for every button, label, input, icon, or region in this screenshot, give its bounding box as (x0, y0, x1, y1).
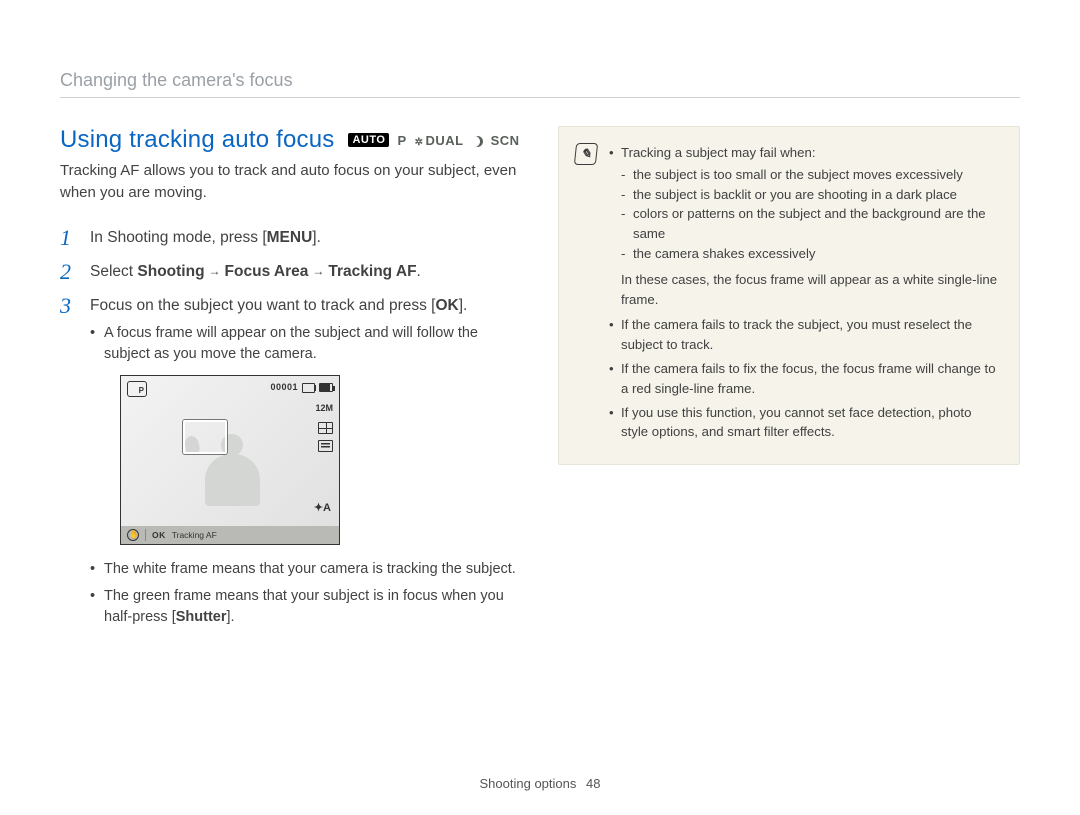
menu-button-label: MENU (267, 229, 313, 246)
quality-icon (318, 422, 333, 434)
note-content: Tracking a subject may fail when: the su… (609, 143, 1001, 446)
arrow-icon: → (312, 262, 324, 280)
menu-path-item: Shooting (137, 263, 204, 280)
camera-preview-illustration: 00001 12M ✦A (120, 375, 340, 545)
list-item: The green frame means that your subject … (90, 586, 522, 628)
mode-dual-label: DUAL (415, 133, 464, 148)
step-2: 2 Select Shooting→Focus Area→Tracking AF… (60, 260, 522, 284)
battery-icon (319, 383, 333, 392)
focus-frame (183, 420, 227, 454)
step-number: 2 (60, 260, 78, 284)
page-number: 48 (586, 776, 600, 791)
step-text: Select (90, 263, 137, 280)
mode-p-label: P (397, 133, 406, 148)
list-item: A focus frame will appear on the subject… (90, 323, 522, 365)
step-3: 3 Focus on the subject you want to track… (60, 294, 522, 634)
separator (145, 529, 146, 541)
list-item: If the camera fails to fix the focus, th… (609, 359, 1001, 399)
note-lead: Tracking a subject may fail when: (621, 145, 815, 160)
frame-counter: 00001 (270, 381, 298, 395)
step-body: Focus on the subject you want to track a… (90, 294, 522, 634)
step-text: ]. (459, 297, 468, 314)
divider (60, 97, 1020, 98)
step-sub-bullets: A focus frame will appear on the subject… (90, 323, 522, 365)
camera-mode-icon (127, 381, 147, 397)
page-footer: Shooting options 48 (0, 776, 1080, 791)
step-number: 3 (60, 294, 78, 634)
two-column-layout: Using tracking auto focus AUTO P DUAL SC… (60, 126, 1020, 644)
note-icon: ✎ (574, 143, 598, 165)
list-item-text: The green frame means that your subject … (104, 588, 504, 625)
list-item: the camera shakes excessively (621, 244, 1001, 264)
step-body: In Shooting mode, press [MENU]. (90, 226, 321, 250)
list-item: If the camera fails to track the subject… (609, 315, 1001, 355)
camera-status-row: 00001 (270, 381, 333, 395)
mode-auto-badge: AUTO (348, 133, 389, 147)
manual-page: Changing the camera's focus Using tracki… (0, 0, 1080, 815)
step-text: Focus on the subject you want to track a… (90, 297, 436, 314)
metering-icon (318, 440, 333, 452)
step-1: 1 In Shooting mode, press [MENU]. (60, 226, 522, 250)
list-item: the subject is too small or the subject … (621, 165, 1001, 185)
list-item: If you use this function, you cannot set… (609, 403, 1001, 443)
menu-path-item: Focus Area (225, 263, 309, 280)
step-text: ]. (312, 229, 321, 246)
mode-label: Tracking AF (172, 529, 217, 542)
camera-bottom-bar: OK Tracking AF (121, 526, 339, 544)
list-item-text: ]. (226, 609, 234, 625)
flash-auto-icon: ✦A (314, 500, 331, 517)
note-list: Tracking a subject may fail when: the su… (609, 143, 1001, 442)
step-text: . (417, 263, 421, 280)
breadcrumb: Changing the camera's focus (60, 70, 1020, 91)
section-heading-row: Using tracking auto focus AUTO P DUAL SC… (60, 126, 522, 154)
section-heading: Using tracking auto focus (60, 126, 334, 154)
intro-paragraph: Tracking AF allows you to track and auto… (60, 160, 522, 204)
mode-scn-label: SCN (491, 133, 520, 148)
shutter-label: Shutter (176, 609, 227, 625)
ok-button-label: OK (436, 297, 459, 314)
ok-indicator: OK (152, 529, 166, 542)
list-item: the subject is backlit or you are shooti… (621, 185, 1001, 205)
footer-section: Shooting options (480, 776, 577, 791)
sd-card-icon (302, 383, 315, 393)
step-text: In Shooting mode, press [ (90, 229, 267, 246)
step-body: Select Shooting→Focus Area→Tracking AF. (90, 260, 421, 284)
mode-badges: AUTO P DUAL SCN (348, 133, 519, 148)
menu-path-item: Tracking AF (328, 263, 416, 280)
step-sub-bullets: The white frame means that your camera i… (90, 559, 522, 628)
step-number: 1 (60, 226, 78, 250)
note-box: ✎ Tracking a subject may fail when: the … (558, 126, 1020, 465)
right-column: ✎ Tracking a subject may fail when: the … (558, 126, 1020, 644)
list-item: colors or patterns on the subject and th… (621, 204, 1001, 244)
list-item: Tracking a subject may fail when: the su… (609, 143, 1001, 309)
left-column: Using tracking auto focus AUTO P DUAL SC… (60, 126, 522, 644)
note-followup: In these cases, the focus frame will app… (621, 270, 1001, 310)
arrow-icon: → (209, 262, 221, 280)
resolution-label: 12M (315, 402, 333, 416)
night-mode-icon (472, 136, 483, 147)
note-sublist: the subject is too small or the subject … (621, 165, 1001, 264)
list-item: The white frame means that your camera i… (90, 559, 522, 580)
anti-shake-icon (127, 529, 139, 541)
camera-right-icons: 12M (315, 402, 333, 452)
steps-list: 1 In Shooting mode, press [MENU]. 2 Sele… (60, 226, 522, 635)
